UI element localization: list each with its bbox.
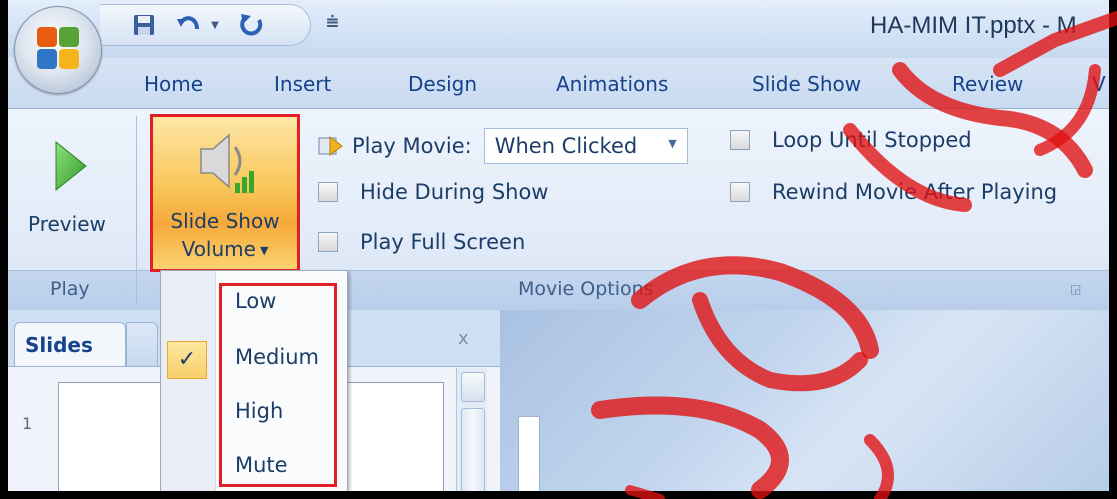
play-movie-row: Play Movie: When Clicked ▼ [318, 128, 688, 164]
play-full-screen-option[interactable]: Play Full Screen [318, 230, 525, 254]
tab-view[interactable]: V [1092, 72, 1106, 96]
volume-dropdown-menu: ✓ Low Medium High Mute [160, 270, 348, 491]
movie-options-group-label: Movie Options [518, 278, 654, 300]
powerpoint-window: ▼ ⩧ HA-MIM IT.pptx - M Home Insert Desig… [8, 0, 1109, 491]
slides-scrollbar[interactable] [456, 368, 487, 491]
tab-design[interactable]: Design [408, 72, 477, 96]
speaker-volume-icon [200, 133, 254, 193]
preview-label: Preview [28, 212, 106, 236]
window-title: HA-MIM IT.pptx - M [870, 12, 1077, 39]
rewind-after-playing-option[interactable]: Rewind Movie After Playing [730, 180, 1057, 204]
dialog-launcher-icon[interactable]: ◲ [1070, 282, 1081, 296]
slide-show-volume-button[interactable]: Slide Show Volume ▼ [150, 114, 300, 272]
loop-until-stopped-checkbox[interactable] [730, 130, 750, 150]
vertical-ruler [518, 416, 540, 491]
hide-during-show-label: Hide During Show [360, 180, 549, 204]
menu-gutter [161, 271, 216, 491]
preview-button[interactable]: Preview [18, 124, 128, 264]
play-full-screen-checkbox[interactable] [318, 232, 338, 252]
close-icon[interactable]: x [458, 328, 469, 349]
play-movie-label: Play Movie: [352, 134, 472, 158]
menu-highlight-box [219, 283, 337, 487]
play-full-screen-label: Play Full Screen [360, 230, 526, 254]
office-logo-icon [37, 27, 79, 69]
save-icon[interactable] [130, 11, 158, 39]
chevron-down-icon: ▼ [668, 137, 677, 150]
hide-during-show-checkbox[interactable] [318, 182, 338, 202]
rewind-after-playing-checkbox[interactable] [730, 182, 750, 202]
tab-slide-show[interactable]: Slide Show [752, 72, 861, 96]
movie-play-icon [318, 136, 343, 156]
loop-until-stopped-label: Loop Until Stopped [772, 128, 972, 152]
scroll-up-button[interactable] [461, 372, 485, 402]
undo-icon[interactable] [174, 11, 204, 39]
play-movie-select[interactable]: When Clicked ▼ [483, 128, 688, 164]
tab-animations[interactable]: Animations [556, 72, 668, 96]
slide-show-volume-label-line1: Slide Show [170, 209, 280, 233]
title-bar: ▼ ⩧ HA-MIM IT.pptx - M [8, 0, 1109, 58]
hide-during-show-option[interactable]: Hide During Show [318, 180, 548, 204]
slide-number: 1 [22, 414, 33, 433]
redo-icon[interactable] [236, 11, 266, 39]
slide-editing-area[interactable] [500, 310, 1109, 491]
play-movie-value: When Clicked [494, 134, 638, 158]
play-icon [55, 140, 87, 192]
slides-tab-label: Slides [25, 333, 93, 357]
tab-outline[interactable] [126, 322, 158, 367]
play-group-label: Play [50, 278, 90, 300]
dropdown-caret-icon: ▼ [259, 244, 269, 257]
screenshot-frame: ▼ ⩧ HA-MIM IT.pptx - M Home Insert Desig… [0, 0, 1117, 499]
tab-home[interactable]: Home [144, 72, 203, 96]
slide-show-volume-label-line2: Volume ▼ [181, 237, 269, 261]
tab-insert[interactable]: Insert [274, 72, 331, 96]
loop-until-stopped-option[interactable]: Loop Until Stopped [730, 128, 972, 152]
quick-access-toolbar: ▼ [100, 4, 311, 46]
office-button[interactable] [14, 6, 102, 94]
group-separator [136, 116, 137, 306]
undo-dropdown-icon[interactable]: ▼ [208, 11, 222, 39]
customize-icon[interactable]: ⩧ [326, 10, 339, 35]
scroll-thumb[interactable] [461, 408, 485, 491]
ribbon-tabs: Home Insert Design Animations Slide Show… [8, 58, 1109, 110]
tab-slides[interactable]: Slides [14, 322, 126, 367]
tab-review[interactable]: Review [952, 72, 1023, 96]
check-icon: ✓ [167, 341, 207, 379]
rewind-after-playing-label: Rewind Movie After Playing [772, 180, 1058, 204]
